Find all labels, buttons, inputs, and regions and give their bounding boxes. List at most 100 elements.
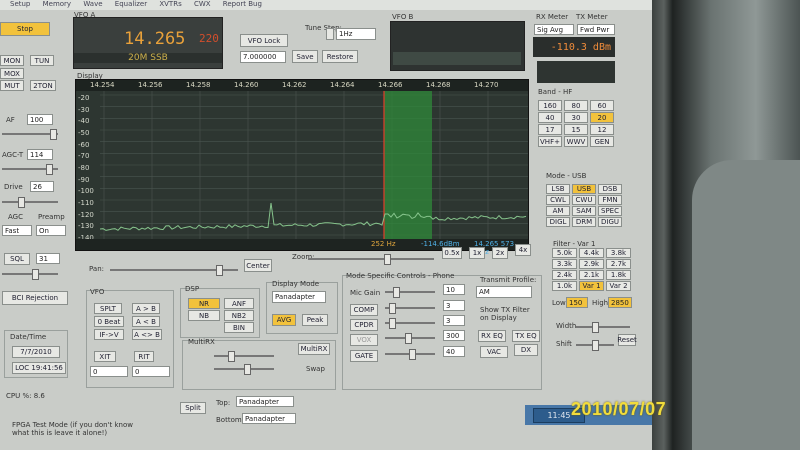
mode-button-fmn[interactable]: FMN [598, 195, 622, 205]
vfo-freq-box[interactable]: 7.000000 [240, 51, 286, 63]
swap-ab-button[interactable]: A <> B [132, 329, 162, 340]
2ton-button[interactable]: 2TON [30, 80, 56, 91]
band-button-15[interactable]: 15 [564, 124, 588, 135]
multirx-slider-1[interactable] [214, 351, 274, 362]
gate-slider[interactable] [385, 349, 435, 360]
bin-button[interactable]: BIN [224, 322, 254, 333]
band-button-wwv[interactable]: WWV [564, 136, 588, 147]
preamp-select[interactable]: On [36, 225, 66, 236]
zoom-2x-button[interactable]: 2x [492, 247, 508, 259]
comp-slider[interactable] [385, 303, 435, 314]
mode-button-drm[interactable]: DRM [572, 217, 596, 227]
bci-rejection-button[interactable]: BCI Rejection [2, 291, 68, 305]
band-button-40[interactable]: 40 [538, 112, 562, 123]
time-display[interactable]: LOC 19:41:56 [12, 362, 66, 374]
gate-value[interactable]: 40 [443, 346, 465, 357]
date-display[interactable]: 7/7/2010 [12, 346, 60, 358]
mode-button-usb[interactable]: USB [572, 184, 596, 194]
split-display-button[interactable]: Split [180, 402, 206, 414]
rx-meter-select[interactable]: Sig Avg [534, 24, 574, 35]
save-button[interactable]: Save [292, 50, 318, 63]
bottom-display-select[interactable]: Panadapter [242, 413, 296, 424]
spectrum-plot[interactable] [100, 91, 528, 239]
tune-step-down[interactable] [326, 28, 334, 40]
vox-slider[interactable] [385, 333, 435, 344]
filter-reset-button[interactable]: Reset [617, 334, 637, 346]
band-button-20[interactable]: 20 [590, 112, 614, 123]
filter-button-29k[interactable]: 2.9k [579, 259, 604, 269]
top-display-select[interactable]: Panadapter [236, 396, 294, 407]
xit-value[interactable]: 0 [90, 366, 128, 377]
nb2-button[interactable]: NB2 [224, 310, 254, 321]
start-stop-button[interactable]: Stop [0, 22, 50, 36]
menu-equalizer[interactable]: Equalizer [115, 0, 147, 8]
filter-button-21k[interactable]: 2.1k [579, 270, 604, 280]
mode-button-digl[interactable]: DIGL [546, 217, 570, 227]
mic-gain-slider[interactable] [385, 287, 435, 298]
center-button[interactable]: Center [244, 259, 272, 272]
band-button-80[interactable]: 80 [564, 100, 588, 111]
drive-slider[interactable] [2, 197, 58, 208]
mode-button-sam[interactable]: SAM [572, 206, 596, 216]
filter-button-24k[interactable]: 2.4k [552, 270, 577, 280]
mox-button[interactable]: MOX [0, 68, 24, 79]
fpga-test-checkbox[interactable]: FPGA Test Mode (if you don't know what t… [12, 421, 142, 437]
menu-report-bug[interactable]: Report Bug [223, 0, 262, 8]
af-value[interactable]: 100 [27, 114, 53, 125]
drive-value[interactable]: 26 [30, 181, 54, 192]
vfo-b-display[interactable] [390, 21, 525, 71]
band-button-160[interactable]: 160 [538, 100, 562, 111]
sql-slider[interactable] [2, 269, 58, 280]
mode-button-spec[interactable]: SPEC [598, 206, 622, 216]
b-to-a-button[interactable]: A < B [132, 316, 160, 327]
zero-beat-button[interactable]: 0 Beat [94, 316, 124, 327]
panadapter-display[interactable]: 14.254 14.256 14.258 14.260 14.262 14.264 14.2… [75, 79, 529, 256]
band-button-17[interactable]: 17 [538, 124, 562, 135]
filter-button-33k[interactable]: 3.3k [552, 259, 577, 269]
tune-step-select[interactable]: 1Hz [336, 28, 376, 40]
xit-button[interactable]: XIT [94, 351, 116, 362]
avg-button[interactable]: AVG [272, 314, 296, 326]
agct-value[interactable]: 114 [27, 149, 53, 160]
zoom-1x-button[interactable]: 1x [469, 247, 485, 259]
menu-setup[interactable]: Setup [10, 0, 30, 8]
filter-button-var2[interactable]: Var 2 [606, 281, 631, 291]
comp-button[interactable]: COMP [350, 304, 378, 316]
swap-checkbox[interactable]: Swap [306, 365, 325, 373]
band-button-gen[interactable]: GEN [590, 136, 614, 147]
filter-width-slider[interactable] [576, 322, 630, 333]
nr-button[interactable]: NR [188, 298, 220, 309]
mut-button[interactable]: MUT [0, 80, 24, 91]
band-button-30[interactable]: 30 [564, 112, 588, 123]
filter-high-value[interactable]: 2850 [608, 297, 632, 308]
anf-button[interactable]: ANF [224, 298, 254, 309]
show-tx-filter-checkbox[interactable]: Show TX Filter on Display [480, 306, 540, 322]
nb-button[interactable]: NB [188, 310, 220, 321]
tx-eq-button[interactable]: TX EQ [512, 330, 540, 342]
filter-button-10k[interactable]: 1.0k [552, 281, 577, 291]
filter-button-18k[interactable]: 1.8k [606, 270, 631, 280]
filter-shift-slider[interactable] [576, 340, 614, 351]
filter-button-44k[interactable]: 4.4k [579, 248, 604, 258]
cpdr-button[interactable]: CPDR [350, 319, 378, 331]
a-to-b-button[interactable]: A > B [132, 303, 160, 314]
dx-button[interactable]: DX [514, 344, 538, 356]
filter-low-value[interactable]: 150 [566, 297, 588, 308]
filter-button-27k[interactable]: 2.7k [606, 259, 631, 269]
multirx-button[interactable]: MultiRX [298, 343, 330, 355]
filter-button-var1[interactable]: Var 1 [579, 281, 604, 291]
band-button-60[interactable]: 60 [590, 100, 614, 111]
mode-button-digu[interactable]: DIGU [598, 217, 622, 227]
split-vfo-button[interactable]: SPLT [94, 303, 122, 314]
gate-button[interactable]: GATE [350, 350, 378, 362]
sql-value[interactable]: 31 [36, 253, 60, 264]
vfo-a-display[interactable]: 14.265 220 20M SSB [73, 17, 223, 69]
mic-gain-value[interactable]: 10 [443, 284, 465, 295]
peak-button[interactable]: Peak [302, 314, 328, 326]
mode-button-dsb[interactable]: DSB [598, 184, 622, 194]
tx-meter-select[interactable]: Fwd Pwr [577, 24, 615, 35]
vac-button[interactable]: VAC [480, 346, 508, 358]
af-slider[interactable] [2, 129, 58, 140]
vfo-a-frequency[interactable]: 14.265 [124, 29, 185, 49]
rit-value[interactable]: 0 [132, 366, 170, 377]
